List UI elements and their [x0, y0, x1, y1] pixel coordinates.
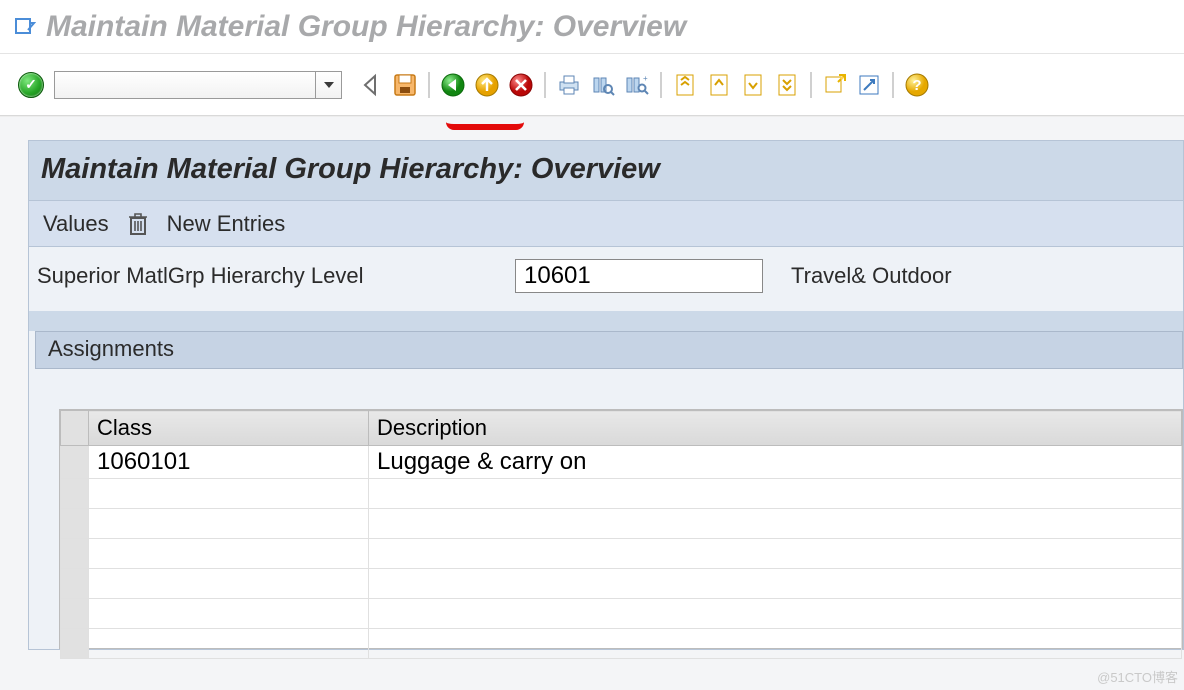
save-icon[interactable]	[390, 70, 420, 100]
cell-class[interactable]	[89, 599, 369, 629]
assignments-table-wrap: Class Description 1060101Luggage & carry…	[59, 409, 1183, 649]
cell-class[interactable]: 1060101	[89, 446, 369, 479]
table-selector-header[interactable]	[61, 411, 89, 446]
print-icon[interactable]	[554, 70, 584, 100]
window-title: Maintain Material Group Hierarchy: Overv…	[46, 10, 686, 44]
cell-desc[interactable]	[369, 509, 1182, 539]
find-icon[interactable]	[588, 70, 618, 100]
cell-class[interactable]	[89, 539, 369, 569]
cell-desc[interactable]: Luggage & carry on	[369, 446, 1182, 479]
new-session-icon[interactable]	[820, 70, 850, 100]
table-row[interactable]	[61, 479, 1182, 509]
delete-icon[interactable]	[127, 211, 149, 237]
watermark: @51CTO博客	[1097, 667, 1178, 686]
svg-text:+: +	[643, 74, 648, 83]
table-row[interactable]	[61, 569, 1182, 599]
main-toolbar: + ?	[0, 54, 1184, 116]
window-menu-icon[interactable]	[14, 16, 36, 38]
cell-desc[interactable]	[369, 599, 1182, 629]
find-next-icon[interactable]: +	[622, 70, 652, 100]
row-selector[interactable]	[61, 569, 89, 599]
shortcut-icon[interactable]	[854, 70, 884, 100]
row-selector[interactable]	[61, 539, 89, 569]
main-panel: Maintain Material Group Hierarchy: Overv…	[28, 140, 1184, 650]
superior-level-row: Superior MatlGrp Hierarchy Level Travel&…	[29, 246, 1183, 311]
table-row[interactable]	[61, 509, 1182, 539]
svg-text:?: ?	[912, 77, 921, 94]
last-page-icon[interactable]	[772, 70, 802, 100]
cancel-circle-icon[interactable]	[506, 70, 536, 100]
row-selector[interactable]	[61, 509, 89, 539]
cell-class[interactable]	[89, 479, 369, 509]
toolbar-separator	[660, 72, 662, 98]
column-description[interactable]: Description	[369, 411, 1182, 446]
cell-desc[interactable]	[369, 629, 1182, 659]
exit-circle-icon[interactable]	[472, 70, 502, 100]
new-entries-button[interactable]: New Entries	[167, 211, 286, 237]
toolbar-separator	[544, 72, 546, 98]
superior-level-label: Superior MatlGrp Hierarchy Level	[37, 263, 505, 289]
toolbar-separator	[810, 72, 812, 98]
assignments-table: Class Description 1060101Luggage & carry…	[60, 410, 1182, 659]
cell-class[interactable]	[89, 509, 369, 539]
back-circle-icon[interactable]	[438, 70, 468, 100]
window-titlebar: Maintain Material Group Hierarchy: Overv…	[0, 0, 1184, 54]
cell-desc[interactable]	[369, 539, 1182, 569]
command-field[interactable]	[54, 71, 342, 99]
table-row[interactable]: 1060101Luggage & carry on	[61, 446, 1182, 479]
values-button[interactable]: Values	[43, 211, 109, 237]
row-selector[interactable]	[61, 479, 89, 509]
table-row[interactable]	[61, 539, 1182, 569]
next-page-icon[interactable]	[738, 70, 768, 100]
help-icon[interactable]: ?	[902, 70, 932, 100]
annotation-red-underline	[446, 122, 524, 130]
table-row[interactable]	[61, 629, 1182, 659]
toolbar-separator	[428, 72, 430, 98]
cell-class[interactable]	[89, 569, 369, 599]
panel-subtoolbar: Values New Entries	[29, 200, 1183, 246]
back-outline-icon[interactable]	[356, 70, 386, 100]
table-row[interactable]	[61, 599, 1182, 629]
cell-desc[interactable]	[369, 569, 1182, 599]
cell-desc[interactable]	[369, 479, 1182, 509]
toolbar-separator	[892, 72, 894, 98]
superior-level-desc: Travel& Outdoor	[791, 263, 952, 289]
assignments-header: Assignments	[35, 331, 1183, 369]
prev-page-icon[interactable]	[704, 70, 734, 100]
superior-level-input[interactable]	[515, 259, 763, 293]
row-selector[interactable]	[61, 599, 89, 629]
row-selector[interactable]	[61, 629, 89, 659]
panel-title: Maintain Material Group Hierarchy: Overv…	[29, 141, 1183, 200]
cell-class[interactable]	[89, 629, 369, 659]
row-selector[interactable]	[61, 446, 89, 479]
command-input[interactable]	[55, 72, 315, 98]
command-dropdown-icon[interactable]	[315, 72, 341, 98]
first-page-icon[interactable]	[670, 70, 700, 100]
enter-ok-icon[interactable]	[18, 72, 44, 98]
column-class[interactable]: Class	[89, 411, 369, 446]
